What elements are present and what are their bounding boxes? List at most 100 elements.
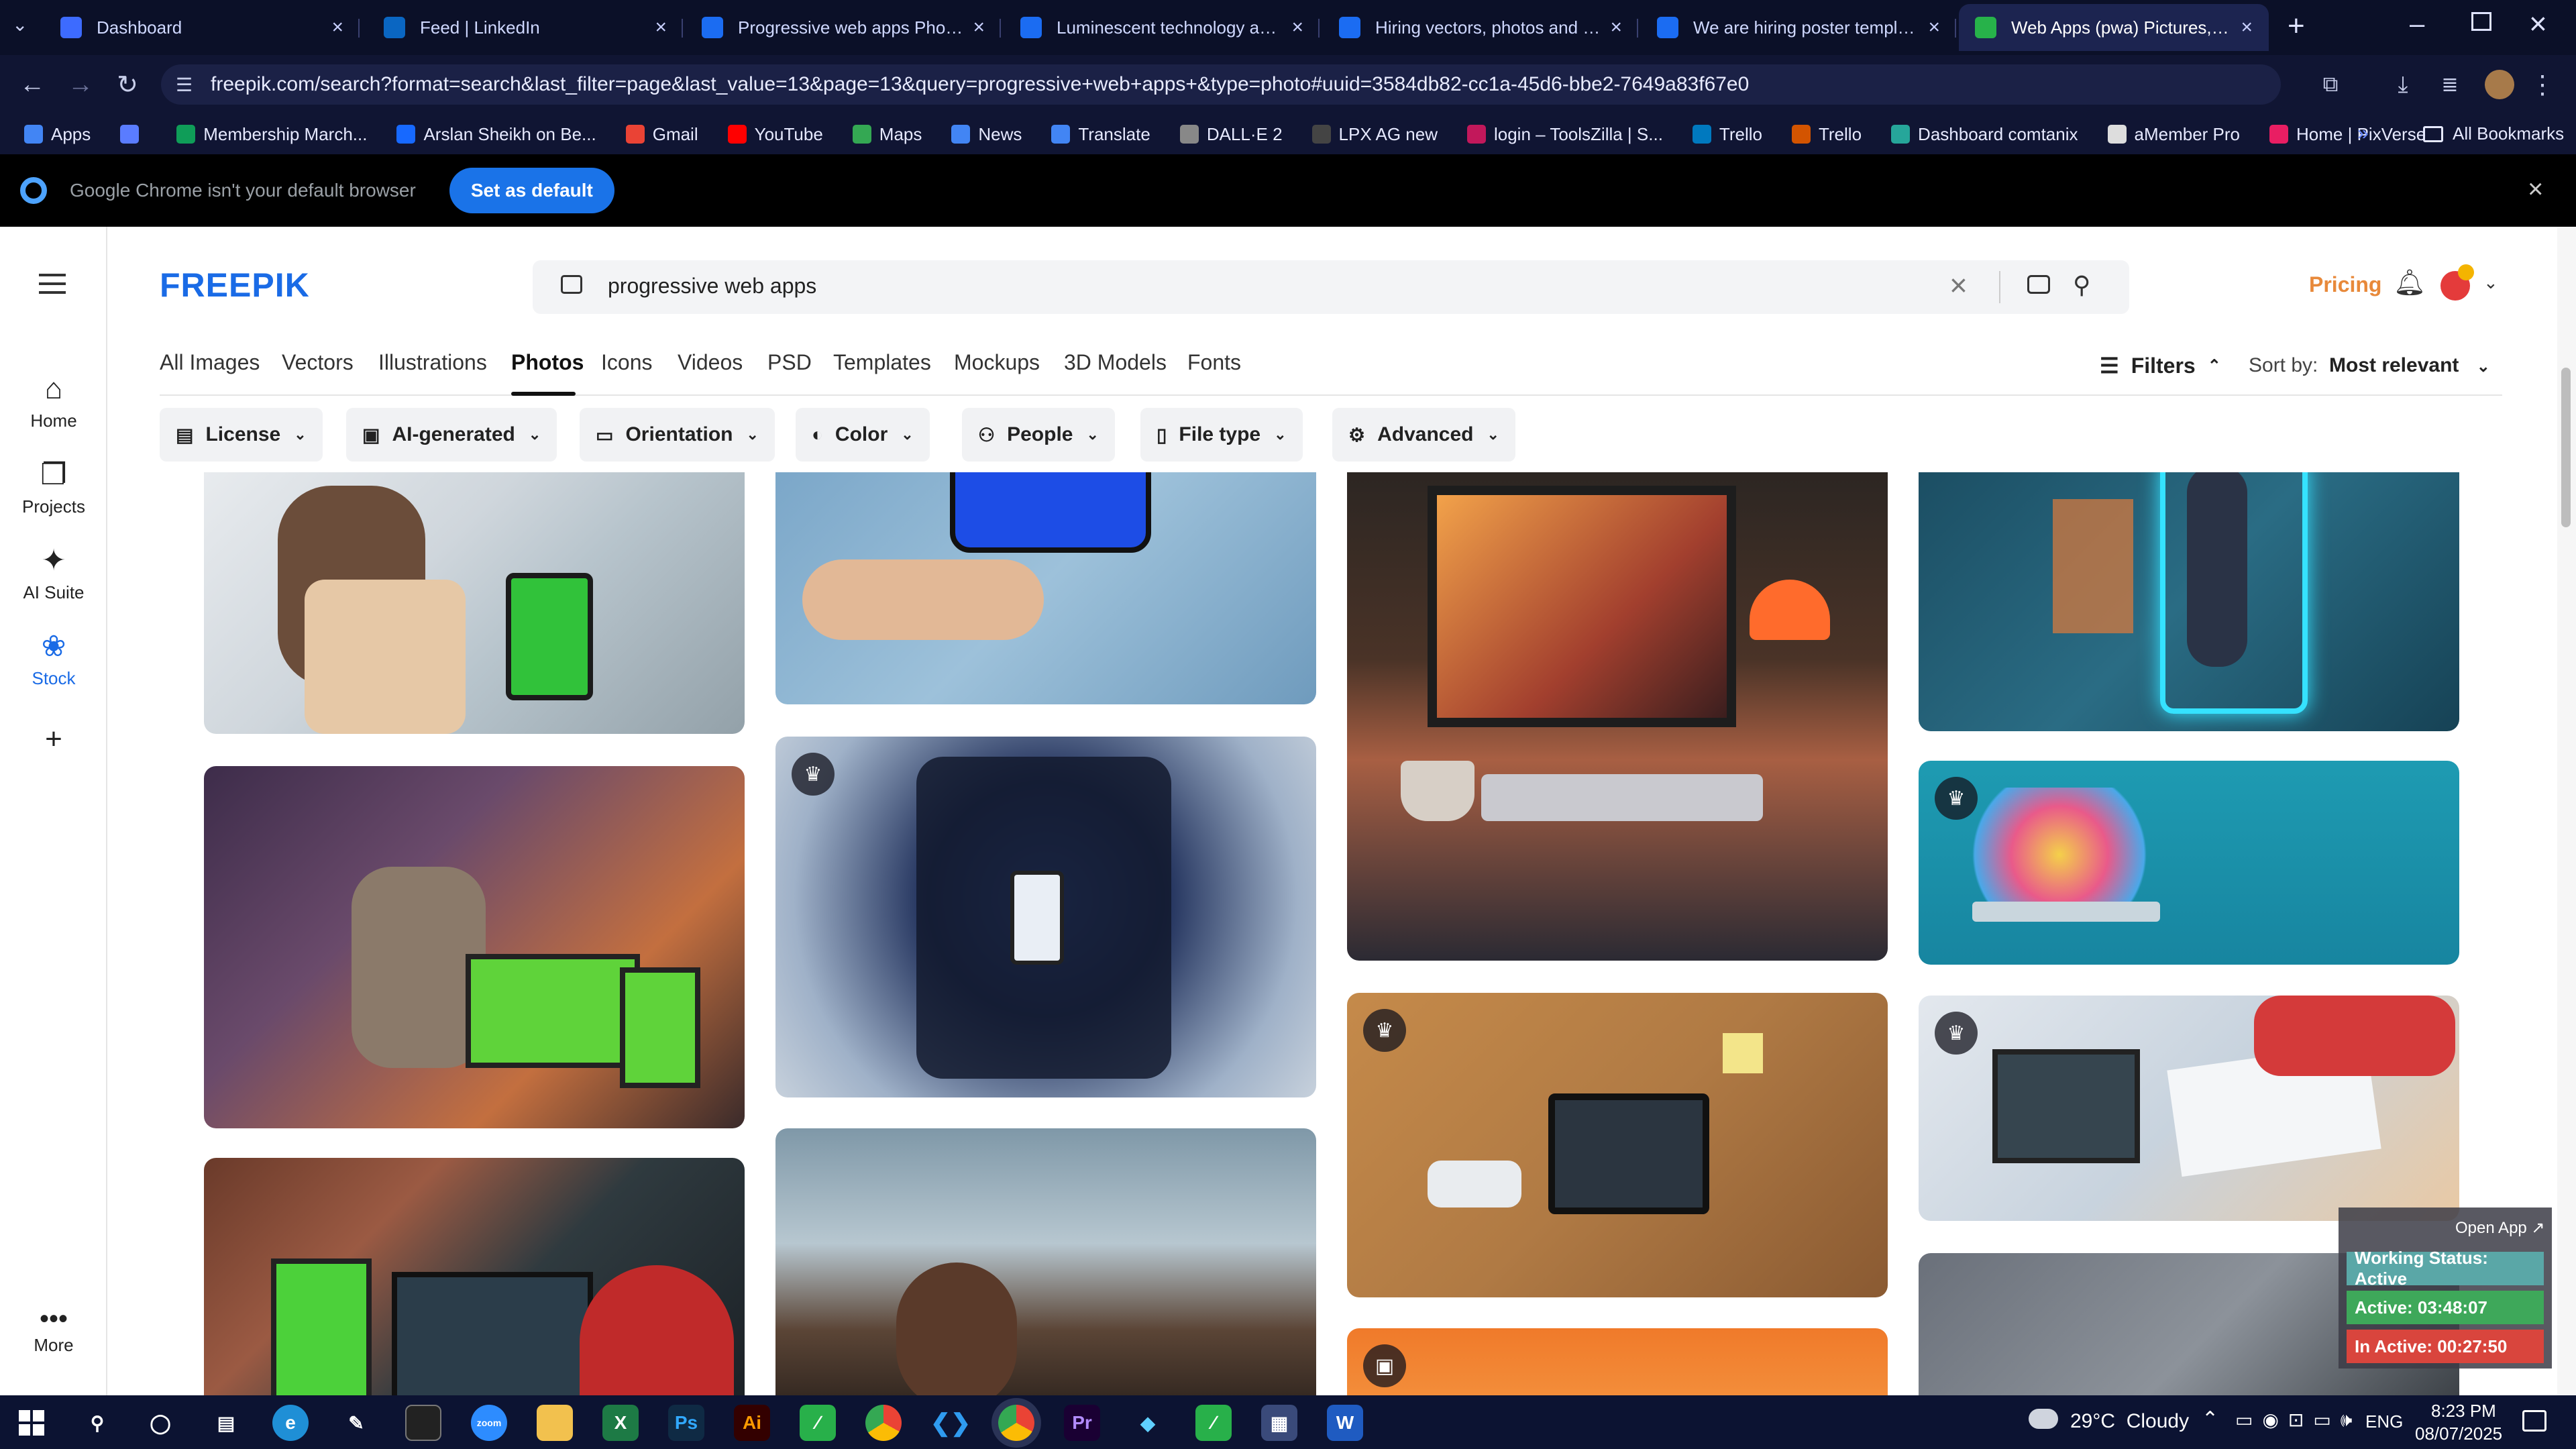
bookmark-item[interactable]: Maps <box>852 124 922 145</box>
tab-videos[interactable]: Videos <box>678 350 743 375</box>
bookmark-item[interactable]: aMember Pro <box>2107 124 2240 145</box>
pricing-link[interactable]: Pricing <box>2309 272 2381 297</box>
clear-search-icon[interactable]: × <box>1949 267 1968 303</box>
terminal-icon[interactable] <box>405 1405 441 1441</box>
weather-text[interactable]: 29°C Cloudy <box>2070 1410 2189 1433</box>
account-chevron-icon[interactable]: ⌄ <box>2483 272 2498 293</box>
filter-file-type[interactable]: ▯ File type ⌄ <box>1140 408 1303 462</box>
tab-close-icon[interactable]: × <box>1928 16 1940 39</box>
search-bar[interactable]: progressive web apps × ⚲ <box>533 260 2129 314</box>
result-image[interactable] <box>1347 472 1888 961</box>
result-image[interactable] <box>1919 472 2459 731</box>
tab-close-icon[interactable]: × <box>1291 16 1303 39</box>
filter-advanced[interactable]: ⚙ Advanced ⌄ <box>1332 408 1515 462</box>
result-image[interactable]: ♛ <box>1919 996 2459 1221</box>
bookmark-item[interactable]: DALL·E 2 <box>1179 124 1283 145</box>
premiere-icon[interactable]: Pr <box>1064 1405 1100 1441</box>
tab-mockups[interactable]: Mockups <box>954 350 1040 375</box>
bookmark-item[interactable]: Trello <box>1692 124 1762 145</box>
chrome-active-icon[interactable] <box>998 1405 1034 1441</box>
set-default-button[interactable]: Set as default <box>449 168 614 213</box>
sidebar-item-projects[interactable]: ❐ Projects <box>0 458 107 517</box>
bookmark-item[interactable] <box>120 125 147 144</box>
search-input[interactable]: progressive web apps <box>608 274 816 299</box>
bookmark-item[interactable]: Apps <box>24 124 91 145</box>
bookmark-item[interactable]: Dashboard comtanix <box>1891 124 2078 145</box>
browser-tab[interactable]: Dashboard × <box>44 4 360 51</box>
result-image[interactable]: ♛ <box>775 737 1316 1097</box>
filter-people[interactable]: ⚇ People ⌄ <box>962 408 1115 462</box>
browser-tab[interactable]: Web Apps (pwa) Pictures, Image × <box>1959 4 2269 51</box>
tab-illustrations[interactable]: Illustrations <box>378 350 487 375</box>
tab-close-icon[interactable]: × <box>2241 16 2253 39</box>
filter-color[interactable]: ◐ Color ⌄ <box>796 408 930 462</box>
result-image[interactable] <box>204 1158 745 1395</box>
tab-close-icon[interactable]: × <box>655 16 667 39</box>
minimize-button[interactable]: – <box>2410 9 2424 40</box>
bookmark-item[interactable]: YouTube <box>727 124 823 145</box>
app-icon[interactable]: ◆ <box>1130 1405 1166 1441</box>
word-icon[interactable]: W <box>1327 1405 1363 1441</box>
bookmark-item[interactable]: Membership March... <box>176 124 367 145</box>
bookmark-item[interactable]: LPX AG new <box>1311 124 1438 145</box>
result-image[interactable] <box>204 766 745 1128</box>
tray-icons[interactable]: ▭◉⊡▭🕪︎ <box>2235 1409 2361 1432</box>
bookmark-item[interactable]: login – ToolsZilla | S... <box>1466 124 1663 145</box>
bookmark-item[interactable]: Home | PixVerse <box>2269 124 2426 145</box>
tab-icons[interactable]: Icons <box>601 350 652 375</box>
filter-license[interactable]: ▤ License ⌄ <box>160 408 323 462</box>
forward-button[interactable]: → <box>60 55 101 114</box>
back-button[interactable]: ← <box>12 55 52 114</box>
photoshop-icon[interactable]: Ps <box>668 1405 704 1441</box>
sidebar-item-home[interactable]: ⌂ Home <box>0 372 107 431</box>
result-image[interactable]: ▣ <box>1347 1328 1888 1395</box>
scrollbar-thumb[interactable] <box>2561 368 2571 527</box>
file-explorer-icon[interactable] <box>537 1405 573 1441</box>
calculator-icon[interactable]: ▦ <box>1261 1405 1297 1441</box>
browser-tab[interactable]: Hiring vectors, photos and PSD × <box>1323 4 1638 51</box>
result-image[interactable] <box>204 472 745 734</box>
notifications-bell-icon[interactable]: 🔔︎ <box>2394 268 2426 298</box>
hamburger-menu-icon[interactable] <box>39 274 66 294</box>
search-taskbar-icon[interactable]: ⚲ <box>79 1405 115 1441</box>
search-icon[interactable]: ⚲ <box>2073 271 2090 299</box>
close-window-button[interactable]: × <box>2529 5 2547 42</box>
bookmarks-overflow-icon[interactable]: » <box>2357 122 2369 145</box>
windows-start-icon[interactable] <box>19 1410 44 1436</box>
result-image[interactable]: ♛ <box>1919 761 2459 965</box>
bookmark-item[interactable]: Arslan Sheikh on Be... <box>396 124 596 145</box>
vscode-icon[interactable]: ❮❯ <box>930 1405 971 1441</box>
camera-search-icon[interactable] <box>2027 275 2050 294</box>
open-app-link[interactable]: Open App ↗ <box>2455 1218 2545 1238</box>
new-tab-button[interactable]: + <box>2288 9 2305 43</box>
sort-dropdown[interactable]: Most relevant ⌄ <box>2329 354 2490 377</box>
tab-all-images[interactable]: All Images <box>160 350 260 375</box>
result-image[interactable]: ♛ <box>1347 993 1888 1297</box>
bookmark-item[interactable]: Gmail <box>625 124 698 145</box>
task-view-icon[interactable]: ▤ <box>208 1405 244 1441</box>
browser-menu-icon[interactable]: ⋮ <box>2529 55 2556 114</box>
browser-tab[interactable]: Luminescent technology and app × <box>1004 4 1320 51</box>
restore-button[interactable] <box>2471 12 2491 31</box>
tab-3d-models[interactable]: 3D Models <box>1064 350 1167 375</box>
sidebar-add-button[interactable]: + <box>0 722 107 761</box>
clock-time[interactable]: 8:23 PM <box>2431 1401 2496 1421</box>
close-infobar-icon[interactable]: × <box>2528 174 2543 205</box>
result-image[interactable] <box>775 472 1316 704</box>
tab-close-icon[interactable]: × <box>331 16 343 39</box>
cortana-icon[interactable]: ◯ <box>142 1405 178 1441</box>
site-info-icon[interactable]: ☰ <box>176 74 193 96</box>
sidebar-more[interactable]: ••• More <box>0 1305 107 1356</box>
browser-tab[interactable]: We are hiring poster template × <box>1641 4 1956 51</box>
filter-orientation[interactable]: ▭ Orientation ⌄ <box>580 408 775 462</box>
tab-photos[interactable]: Photos <box>511 350 584 375</box>
downloads-icon[interactable]: ⤓ <box>2383 55 2423 114</box>
green-app-icon-2[interactable]: ∕ <box>1195 1405 1232 1441</box>
media-controls-icon[interactable]: ≣ <box>2430 55 2470 114</box>
tab-templates[interactable]: Templates <box>833 350 931 375</box>
zoom-icon[interactable]: zoom <box>471 1405 507 1441</box>
freepik-logo[interactable]: FREEPIK <box>160 266 310 305</box>
profile-avatar[interactable] <box>2485 70 2514 99</box>
filters-toggle[interactable]: ☰ Filters ⌃ <box>2100 353 2221 378</box>
page-scrollbar[interactable] <box>2557 227 2576 1395</box>
